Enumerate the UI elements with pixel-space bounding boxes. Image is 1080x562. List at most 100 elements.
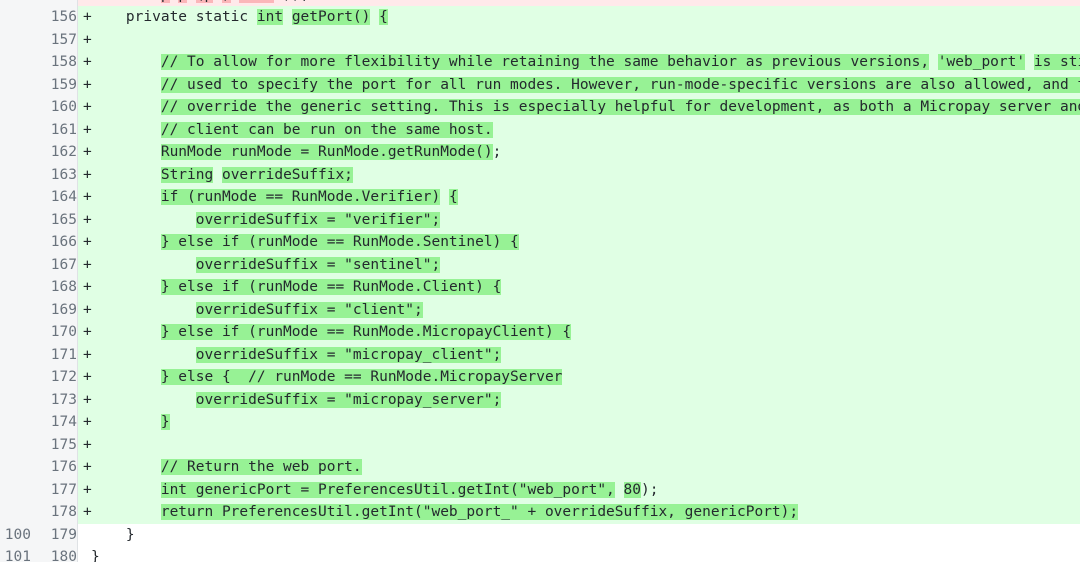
old-line-number[interactable]: [0, 344, 31, 367]
diff-row-add[interactable]: 165 + overrideSuffix = "verifier";: [0, 208, 1080, 232]
old-line-number[interactable]: [0, 6, 31, 29]
diff-code-cell[interactable]: + // To allow for more flexibility while…: [78, 51, 1080, 74]
line-number-gutter[interactable]: 169: [0, 298, 78, 321]
diff-code-cell[interactable]: + return PreferencesUtil.getInt("web_por…: [78, 501, 1080, 524]
line-number-gutter[interactable]: 176: [0, 456, 78, 479]
diff-code-cell[interactable]: + } else if (runMode == RunMode.Client) …: [78, 276, 1080, 299]
diff-code-cell[interactable]: + overrideSuffix = "micropay_client";: [78, 343, 1080, 366]
line-number-gutter[interactable]: 158: [0, 51, 78, 74]
new-line-number[interactable]: 168: [31, 276, 85, 299]
old-line-number[interactable]: [0, 456, 31, 479]
line-number-gutter[interactable]: 161: [0, 118, 78, 142]
old-line-number[interactable]: [0, 186, 31, 209]
old-line-number[interactable]: [0, 29, 31, 52]
old-line-number[interactable]: [0, 276, 31, 299]
diff-row-add[interactable]: 170 + } else if (runMode == RunMode.Micro…: [0, 321, 1080, 344]
diff-code-cell[interactable]: + String overrideSuffix;: [78, 163, 1080, 186]
new-line-number[interactable]: 177: [31, 479, 85, 502]
line-number-gutter[interactable]: 160: [0, 96, 78, 119]
old-line-number[interactable]: [0, 501, 31, 524]
line-number-gutter[interactable]: 173: [0, 388, 78, 411]
line-number-gutter[interactable]: 167: [0, 253, 78, 277]
line-number-gutter[interactable]: 163: [0, 163, 78, 187]
new-line-number[interactable]: 156: [31, 6, 85, 29]
old-line-number[interactable]: [0, 119, 31, 142]
new-line-number[interactable]: 164: [31, 186, 85, 209]
diff-row-add[interactable]: 176 + // Return the web port.: [0, 456, 1080, 479]
diff-code-cell[interactable]: + overrideSuffix = "sentinel";: [78, 253, 1080, 276]
new-line-number[interactable]: 158: [31, 51, 85, 74]
diff-code-cell[interactable]: + } else if (runMode == RunMode.Micropay…: [78, 321, 1080, 344]
diff-code-cell[interactable]: +: [78, 28, 1080, 51]
old-line-number[interactable]: [0, 141, 31, 164]
line-number-gutter[interactable]: 164: [0, 186, 78, 209]
diff-code-cell[interactable]: + overrideSuffix = "micropay_server";: [78, 388, 1080, 411]
diff-code-cell[interactable]: + }: [78, 411, 1080, 434]
diff-row-add[interactable]: 168 + } else if (runMode == RunMode.Clien…: [0, 276, 1080, 299]
diff-code-cell[interactable]: +: [78, 433, 1080, 456]
line-number-gutter[interactable]: 170: [0, 321, 78, 344]
line-number-gutter[interactable]: 168: [0, 276, 78, 299]
diff-row-add[interactable]: 163 + String overrideSuffix;: [0, 163, 1080, 187]
line-number-gutter[interactable]: 165: [0, 208, 78, 232]
old-line-number[interactable]: [0, 209, 31, 232]
line-number-gutter[interactable]: 171: [0, 343, 78, 367]
old-line-number[interactable]: [0, 479, 31, 502]
new-line-number[interactable]: 169: [31, 299, 85, 322]
old-line-number[interactable]: [0, 434, 31, 457]
diff-code-cell[interactable]: + } else if (runMode == RunMode.Sentinel…: [78, 231, 1080, 254]
diff-code-cell[interactable]: + // used to specify the port for all ru…: [78, 73, 1080, 96]
new-line-number[interactable]: 176: [31, 456, 85, 479]
old-line-number[interactable]: 100: [0, 524, 31, 547]
diff-code-cell[interactable]: + // Return the web port.: [78, 456, 1080, 479]
line-number-gutter[interactable]: 100 179: [0, 523, 78, 547]
new-line-number[interactable]: 157: [31, 29, 85, 52]
line-number-gutter[interactable]: 101 180: [0, 546, 78, 562]
diff-code-cell[interactable]: + private static int getPort() {: [78, 6, 1080, 29]
diff-row-add[interactable]: 166 + } else if (runMode == RunMode.Senti…: [0, 231, 1080, 254]
old-line-number[interactable]: [0, 254, 31, 277]
diff-code-cell[interactable]: + if (runMode == RunMode.Verifier) {: [78, 186, 1080, 209]
unified-diff-view[interactable]: - p p (p ) ));156+ private static int ge…: [0, 0, 1080, 562]
diff-row-add[interactable]: 177 + int genericPort = PreferencesUtil.g…: [0, 478, 1080, 502]
line-number-gutter[interactable]: 174: [0, 411, 78, 434]
old-line-number[interactable]: [0, 231, 31, 254]
old-line-number[interactable]: [0, 321, 31, 344]
diff-row-add[interactable]: 175 +: [0, 433, 1080, 457]
diff-row-add[interactable]: 174 + }: [0, 411, 1080, 434]
new-line-number[interactable]: 166: [31, 231, 85, 254]
diff-code-cell[interactable]: }: [78, 546, 1080, 562]
diff-row-add[interactable]: 172 + } else { // runMode == RunMode.Micr…: [0, 366, 1080, 389]
line-number-gutter[interactable]: 175: [0, 433, 78, 457]
new-line-number[interactable]: 165: [31, 209, 85, 232]
diff-row-add[interactable]: 156 + private static int getPort() {: [0, 6, 1080, 29]
new-line-number[interactable]: 167: [31, 254, 85, 277]
diff-code-cell[interactable]: + // override the generic setting. This …: [78, 96, 1080, 119]
new-line-number[interactable]: 170: [31, 321, 85, 344]
diff-row-add[interactable]: 161 + // client can be run on the same ho…: [0, 118, 1080, 142]
diff-row-ctx[interactable]: 100 179 }: [0, 523, 1080, 547]
diff-code-cell[interactable]: + // client can be run on the same host.: [78, 118, 1080, 141]
old-line-number[interactable]: [0, 164, 31, 187]
diff-row-add[interactable]: 157 +: [0, 28, 1080, 52]
new-line-number[interactable]: 179: [31, 524, 85, 547]
old-line-number[interactable]: 101: [0, 546, 31, 562]
diff-row-add[interactable]: 160 + // override the generic setting. Th…: [0, 96, 1080, 119]
diff-row-add[interactable]: 164 + if (runMode == RunMode.Verifier) {: [0, 186, 1080, 209]
new-line-number[interactable]: 174: [31, 411, 85, 434]
diff-code-cell[interactable]: + int genericPort = PreferencesUtil.getI…: [78, 478, 1080, 501]
diff-row-add[interactable]: 158 + // To allow for more flexibility wh…: [0, 51, 1080, 74]
line-number-gutter[interactable]: 156: [0, 6, 78, 29]
new-line-number[interactable]: 162: [31, 141, 85, 164]
new-line-number[interactable]: 172: [31, 366, 85, 389]
line-number-gutter[interactable]: 157: [0, 28, 78, 52]
new-line-number[interactable]: 160: [31, 96, 85, 119]
diff-row-add[interactable]: 162 + RunMode runMode = RunMode.getRunMod…: [0, 141, 1080, 164]
line-number-gutter[interactable]: 177: [0, 478, 78, 502]
diff-code-cell[interactable]: + overrideSuffix = "client";: [78, 298, 1080, 321]
new-line-number[interactable]: 161: [31, 119, 85, 142]
diff-row-add[interactable]: 171 + overrideSuffix = "micropay_client";: [0, 343, 1080, 367]
diff-row-add[interactable]: 167 + overrideSuffix = "sentinel";: [0, 253, 1080, 277]
old-line-number[interactable]: [0, 411, 31, 434]
diff-row-add[interactable]: 169 + overrideSuffix = "client";: [0, 298, 1080, 321]
